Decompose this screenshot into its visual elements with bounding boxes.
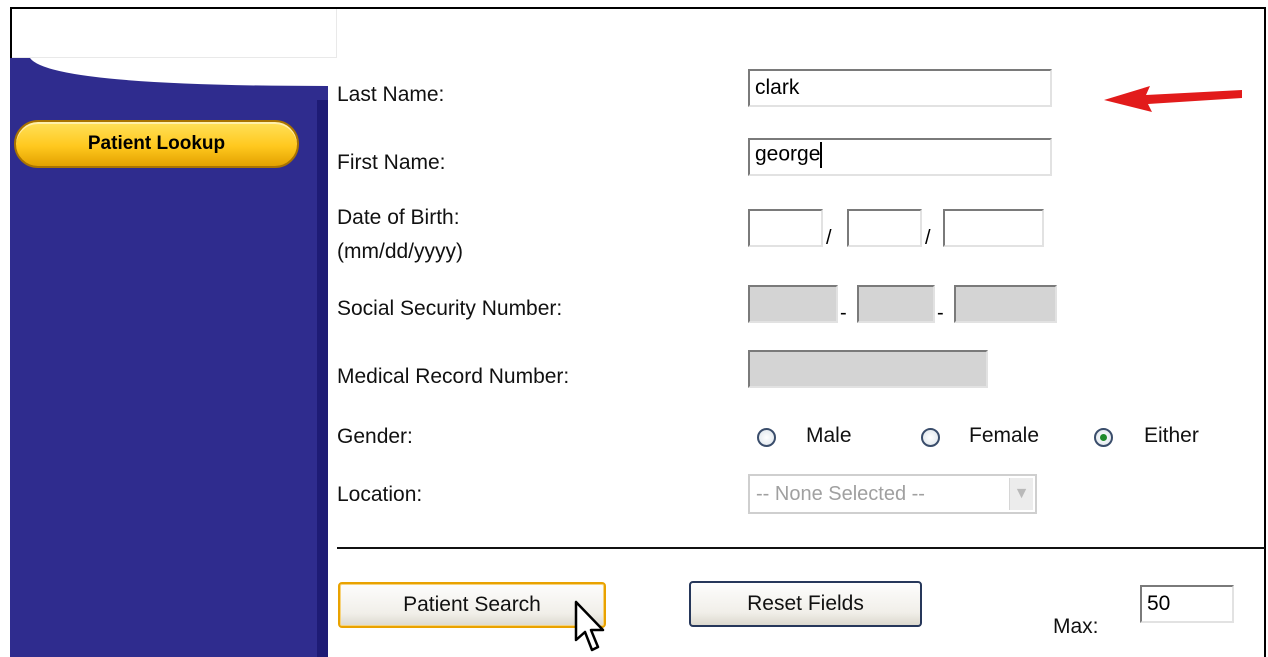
sidebar-stripe xyxy=(317,100,328,657)
text-caret xyxy=(820,142,823,168)
dob-month-input[interactable] xyxy=(748,209,823,247)
gender-female-radio[interactable] xyxy=(921,428,940,447)
max-results-input[interactable] xyxy=(1140,585,1234,623)
ssn-part3-input[interactable] xyxy=(954,285,1057,323)
gender-male-label: Male xyxy=(806,424,852,447)
location-select[interactable]: -- None Selected -- ▼ xyxy=(748,474,1037,514)
dob-separator: / xyxy=(925,227,931,249)
dob-year-input[interactable] xyxy=(943,209,1044,247)
gender-either-radio[interactable] xyxy=(1094,428,1113,447)
chevron-down-icon[interactable]: ▼ xyxy=(1009,478,1033,510)
location-selected-value: -- None Selected -- xyxy=(756,483,925,505)
last-name-label: Last Name: xyxy=(337,83,445,106)
form-divider xyxy=(337,547,1265,549)
gender-male-radio[interactable] xyxy=(757,428,776,447)
mrn-label: Medical Record Number: xyxy=(337,365,570,388)
first-name-label: First Name: xyxy=(337,151,446,174)
dob-separator: / xyxy=(826,227,832,249)
dob-day-input[interactable] xyxy=(847,209,922,247)
reset-fields-label: Reset Fields xyxy=(747,592,864,615)
ssn-part2-input[interactable] xyxy=(857,285,935,323)
patient-lookup-label: Patient Lookup xyxy=(87,133,226,154)
sidebar-curve xyxy=(10,58,328,86)
ssn-separator: - xyxy=(937,302,944,324)
dob-format-label: (mm/dd/yyyy) xyxy=(337,240,463,263)
gender-female-label: Female xyxy=(969,424,1040,447)
red-arrow-icon xyxy=(1104,86,1242,112)
first-name-input[interactable]: george xyxy=(748,138,1052,176)
max-label: Max: xyxy=(1053,615,1099,638)
mouse-pointer-icon xyxy=(574,600,605,652)
patient-search-label: Patient Search xyxy=(403,593,541,616)
mrn-input[interactable] xyxy=(748,350,988,388)
ssn-label: Social Security Number: xyxy=(337,297,563,320)
dob-label: Date of Birth: xyxy=(337,206,460,229)
gender-label: Gender: xyxy=(337,425,413,448)
patient-lookup-button[interactable]: Patient Lookup xyxy=(14,120,299,168)
last-name-input[interactable] xyxy=(748,69,1052,107)
ssn-separator: - xyxy=(840,302,847,324)
gender-either-label: Either xyxy=(1144,424,1199,447)
first-name-value: george xyxy=(755,142,821,166)
top-box xyxy=(12,9,337,58)
reset-fields-button[interactable]: Reset Fields xyxy=(689,581,922,627)
ssn-part1-input[interactable] xyxy=(748,285,838,323)
patient-search-button[interactable]: Patient Search xyxy=(338,582,606,628)
location-label: Location: xyxy=(337,483,423,506)
